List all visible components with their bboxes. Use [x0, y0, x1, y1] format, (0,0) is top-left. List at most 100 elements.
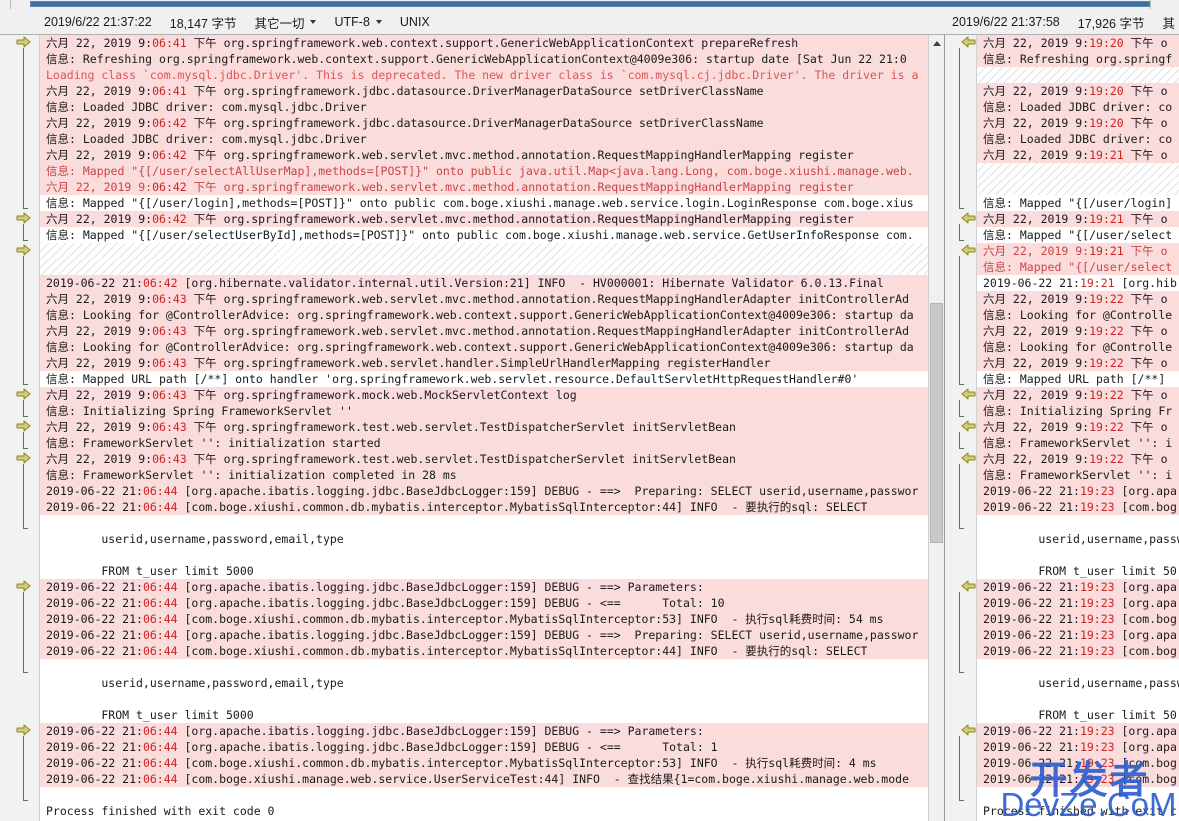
diff-line[interactable]: 2019-06-22 21:19:23 [com.bog: [977, 611, 1179, 627]
merge-arrow-right-icon[interactable]: [16, 420, 34, 433]
diff-line[interactable]: 2019-06-22 21:06:44 [org.apache.ibatis.l…: [40, 595, 928, 611]
merge-arrow-right-icon[interactable]: [16, 244, 34, 257]
diff-line[interactable]: 信息: Loaded JDBC driver: co: [977, 99, 1179, 115]
diff-line[interactable]: 六月 22, 2019 9:06:43 下午 org.springframewo…: [40, 451, 928, 467]
diff-line[interactable]: 信息: FrameworkServlet '': initialization …: [40, 435, 928, 451]
diff-line[interactable]: 2019-06-22 21:06:44 [org.apache.ibatis.l…: [40, 627, 928, 643]
left-diff-pane[interactable]: 六月 22, 2019 9:06:41 下午 org.springframewo…: [0, 34, 944, 821]
diff-line[interactable]: userid,username,password,email,type: [40, 531, 928, 547]
diff-line[interactable]: 2019-06-22 21:19:23 [com.bog: [977, 499, 1179, 515]
right-diff-pane[interactable]: 六月 22, 2019 9:19:20 下午 o 信息: Refreshing o…: [944, 34, 1179, 821]
diff-line[interactable]: [977, 659, 1179, 675]
merge-arrow-right-icon[interactable]: [16, 724, 34, 737]
diff-line[interactable]: [977, 515, 1179, 531]
diff-line[interactable]: 2019-06-22 21:06:44 [org.apache.ibatis.l…: [40, 723, 928, 739]
diff-line[interactable]: 六月 22, 2019 9:06:43 下午 org.springframewo…: [40, 323, 928, 339]
diff-line[interactable]: [977, 179, 1179, 195]
diff-line[interactable]: 2019-06-22 21:06:44 [com.boge.xiushi.man…: [40, 771, 928, 787]
diff-line[interactable]: 信息: Refreshing org.springframework.web.c…: [40, 51, 928, 67]
diff-line[interactable]: 六月 22, 2019 9:06:43 下午 org.springframewo…: [40, 355, 928, 371]
diff-line[interactable]: 六月 22, 2019 9:19:20 下午 o: [977, 83, 1179, 99]
diff-line[interactable]: 信息: Looking for @Controlle: [977, 307, 1179, 323]
diff-line[interactable]: [40, 547, 928, 563]
diff-line[interactable]: 六月 22, 2019 9:19:22 下午 o: [977, 451, 1179, 467]
diff-line[interactable]: 信息: Mapped URL path [/**] onto handler '…: [40, 371, 928, 387]
diff-line[interactable]: FROM t_user limit 5000: [40, 707, 928, 723]
merge-arrow-right-icon[interactable]: [16, 212, 34, 225]
diff-line[interactable]: 信息: Looking for @Controlle: [977, 339, 1179, 355]
diff-line[interactable]: 六月 22, 2019 9:19:21 下午 o: [977, 211, 1179, 227]
diff-line[interactable]: 六月 22, 2019 9:06:41 下午 org.springframewo…: [40, 83, 928, 99]
diff-line[interactable]: [977, 787, 1179, 803]
scrollbar-thumb[interactable]: [930, 303, 943, 543]
diff-line[interactable]: 六月 22, 2019 9:19:22 下午 o: [977, 387, 1179, 403]
diff-line[interactable]: 六月 22, 2019 9:06:41 下午 org.springframewo…: [40, 35, 928, 51]
diff-line[interactable]: Process finished with exit code 0: [40, 803, 928, 819]
left-encoding-dropdown[interactable]: UTF-8: [334, 15, 382, 29]
diff-line[interactable]: 信息: Looking for @ControllerAdvice: org.s…: [40, 339, 928, 355]
diff-line[interactable]: FROM t_user limit 5000: [40, 563, 928, 579]
diff-line[interactable]: 2019-06-22 21:19:21 [org.hib: [977, 275, 1179, 291]
diff-line[interactable]: 2019-06-22 21:06:44 [org.apache.ibatis.l…: [40, 579, 928, 595]
merge-arrow-right-icon[interactable]: [16, 36, 34, 49]
diff-line[interactable]: [977, 163, 1179, 179]
diff-line[interactable]: 2019-06-22 21:06:44 [com.boge.xiushi.com…: [40, 611, 928, 627]
diff-line[interactable]: 六月 22, 2019 9:06:42 下午 org.springframewo…: [40, 115, 928, 131]
left-vertical-scrollbar[interactable]: [928, 35, 944, 821]
right-code-area[interactable]: 六月 22, 2019 9:19:20 下午 o 信息: Refreshing o…: [977, 35, 1179, 821]
diff-line[interactable]: 信息: FrameworkServlet '': i: [977, 435, 1179, 451]
diff-line[interactable]: 2019-06-22 21:06:42 [org.hibernate.valid…: [40, 275, 928, 291]
diff-line[interactable]: [40, 787, 928, 803]
diff-line[interactable]: [40, 691, 928, 707]
diff-line[interactable]: 2019-06-22 21:19:23 [org.apa: [977, 739, 1179, 755]
diff-line[interactable]: 信息: Mapped "{[/user/login]: [977, 195, 1179, 211]
diff-line[interactable]: 2019-06-22 21:06:44 [com.boge.xiushi.com…: [40, 499, 928, 515]
diff-line[interactable]: 2019-06-22 21:06:44 [com.boge.xiushi.com…: [40, 755, 928, 771]
diff-line[interactable]: 六月 22, 2019 9:19:22 下午 o: [977, 323, 1179, 339]
diff-line[interactable]: 信息: Mapped "{[/user/select: [977, 227, 1179, 243]
diff-line[interactable]: 信息: Loaded JDBC driver: com.mysql.jdbc.D…: [40, 131, 928, 147]
diff-line[interactable]: 信息: Initializing Spring Fr: [977, 403, 1179, 419]
diff-line[interactable]: [40, 259, 928, 275]
diff-line[interactable]: 2019-06-22 21:06:44 [org.apache.ibatis.l…: [40, 739, 928, 755]
diff-line[interactable]: 2019-06-22 21:19:23 [org.apa: [977, 723, 1179, 739]
diff-line[interactable]: 2019-06-22 21:19:23 [com.bog: [977, 643, 1179, 659]
diff-line[interactable]: 信息: FrameworkServlet '': initialization …: [40, 467, 928, 483]
diff-line[interactable]: 信息: Mapped "{[/user/login],methods=[POST…: [40, 195, 928, 211]
diff-line[interactable]: 信息: Mapped "{[/user/selectAllUserMap],me…: [40, 163, 928, 179]
diff-line[interactable]: 2019-06-22 21:19:23 [org.apa: [977, 579, 1179, 595]
diff-line[interactable]: userid,username,password,email,type: [40, 675, 928, 691]
diff-line[interactable]: [977, 67, 1179, 83]
diff-line[interactable]: 2019-06-22 21:19:23 [com.bog: [977, 755, 1179, 771]
diff-line[interactable]: 六月 22, 2019 9:06:43 下午 org.springframewo…: [40, 291, 928, 307]
diff-line[interactable]: 六月 22, 2019 9:06:43 下午 org.springframewo…: [40, 387, 928, 403]
diff-line[interactable]: 六月 22, 2019 9:06:42 下午 org.springframewo…: [40, 211, 928, 227]
diff-line[interactable]: [40, 243, 928, 259]
diff-line[interactable]: 六月 22, 2019 9:19:20 下午 o: [977, 115, 1179, 131]
diff-line[interactable]: 六月 22, 2019 9:06:42 下午 org.springframewo…: [40, 179, 928, 195]
diff-line[interactable]: 信息: Looking for @ControllerAdvice: org.s…: [40, 307, 928, 323]
diff-line[interactable]: 2019-06-22 21:19:23 [org.apa: [977, 627, 1179, 643]
diff-line[interactable]: 六月 22, 2019 9:19:22 下午 o: [977, 419, 1179, 435]
diff-line[interactable]: 2019-06-22 21:19:23 [org.apa: [977, 595, 1179, 611]
diff-line[interactable]: 信息: Loaded JDBC driver: co: [977, 131, 1179, 147]
diff-line[interactable]: FROM t_user limit 50: [977, 707, 1179, 723]
diff-line[interactable]: 2019-06-22 21:06:44 [org.apache.ibatis.l…: [40, 483, 928, 499]
diff-line[interactable]: [40, 659, 928, 675]
diff-line[interactable]: 六月 22, 2019 9:19:20 下午 o: [977, 35, 1179, 51]
merge-arrow-right-icon[interactable]: [16, 452, 34, 465]
diff-line[interactable]: 六月 22, 2019 9:19:21 下午 o: [977, 243, 1179, 259]
diff-line[interactable]: 六月 22, 2019 9:06:42 下午 org.springframewo…: [40, 147, 928, 163]
diff-line[interactable]: [977, 691, 1179, 707]
diff-line[interactable]: [977, 547, 1179, 563]
diff-line[interactable]: 六月 22, 2019 9:19:21 下午 o: [977, 147, 1179, 163]
merge-arrow-right-icon[interactable]: [16, 388, 34, 401]
left-code-area[interactable]: 六月 22, 2019 9:06:41 下午 org.springframewo…: [40, 35, 928, 821]
diff-line[interactable]: 六月 22, 2019 9:19:22 下午 o: [977, 355, 1179, 371]
diff-line[interactable]: 信息: Refreshing org.springf: [977, 51, 1179, 67]
diff-line[interactable]: 2019-06-22 21:06:44 [com.boge.xiushi.com…: [40, 643, 928, 659]
diff-line[interactable]: 信息: FrameworkServlet '': i: [977, 467, 1179, 483]
diff-line[interactable]: 六月 22, 2019 9:06:43 下午 org.springframewo…: [40, 419, 928, 435]
left-diff-gutter[interactable]: [0, 35, 40, 821]
diff-line[interactable]: FROM t_user limit 50: [977, 563, 1179, 579]
